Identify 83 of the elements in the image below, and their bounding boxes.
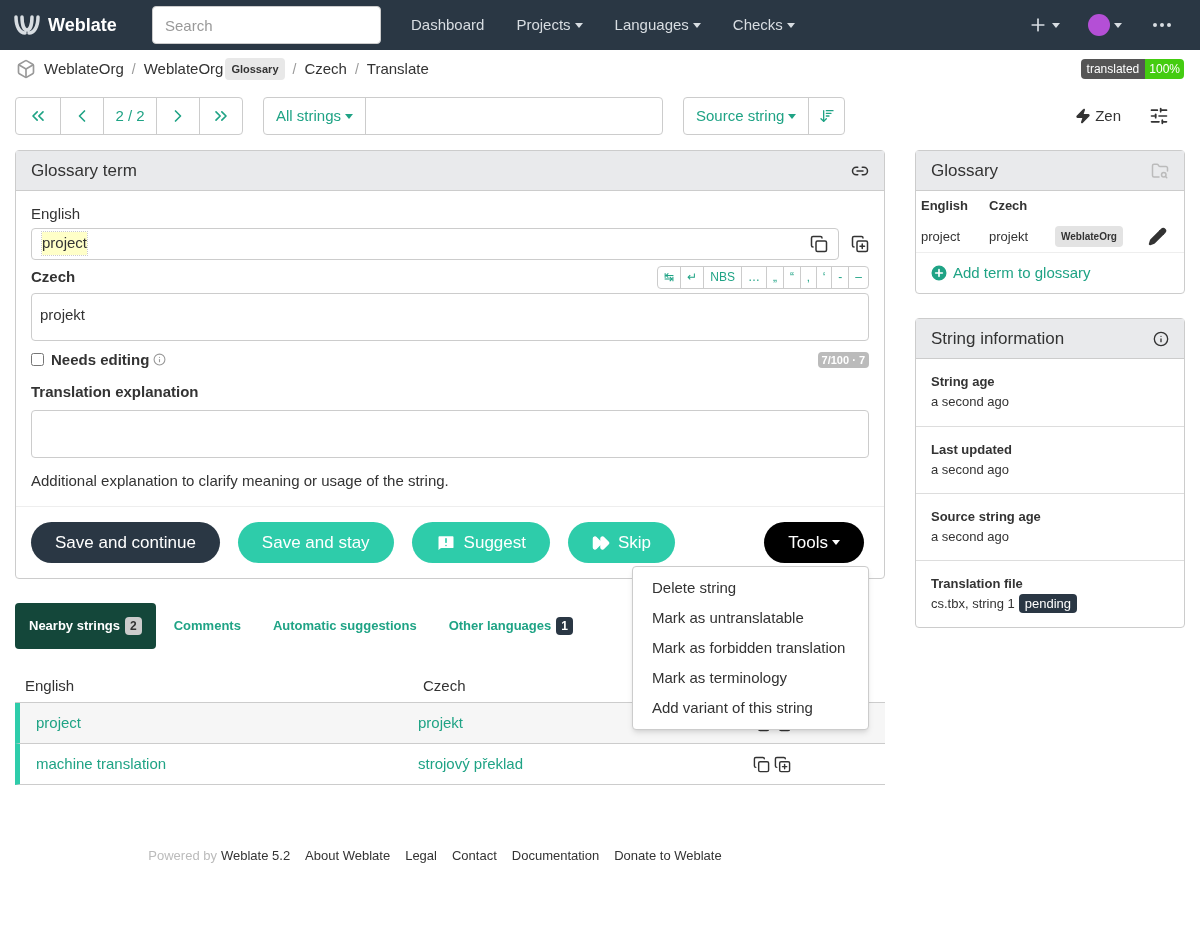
powered-by-label: Powered by xyxy=(148,847,217,865)
info-label: Translation file xyxy=(931,575,1024,593)
column-header: Czech xyxy=(423,676,466,697)
info-value: a second ago xyxy=(931,460,1010,479)
panel-title: Glossary xyxy=(931,159,999,182)
glossary-tag: WeblateOrg xyxy=(1055,226,1123,247)
breadcrumb-link[interactable]: WeblateOrg xyxy=(44,57,124,81)
clone-icon[interactable] xyxy=(774,755,791,773)
nav-link[interactable]: Languages xyxy=(598,13,717,37)
status-value: 100% xyxy=(1145,59,1184,79)
plus-circle-icon xyxy=(929,263,949,283)
copy-icon[interactable] xyxy=(810,234,828,253)
footer-link[interactable]: Weblate 5.2 xyxy=(220,846,291,866)
explanation-help: Additional explanation to clarify meaning or usage of the string. xyxy=(31,470,450,491)
footer-link[interactable]: Documentation xyxy=(511,846,600,866)
target-label: Czech xyxy=(31,266,76,287)
panel-title: String information xyxy=(931,327,1065,350)
info-label: Last updated xyxy=(931,441,1013,459)
column-header: Czech xyxy=(989,197,1028,216)
nav-link[interactable]: Projects xyxy=(500,13,599,37)
breadcrumb-link[interactable]: WeblateOrg xyxy=(143,57,224,81)
needs-editing-checkbox[interactable] xyxy=(31,353,44,367)
skip-icon xyxy=(592,533,610,552)
explanation-label: Translation explanation xyxy=(31,382,200,402)
column-header: English xyxy=(24,676,76,697)
search-field[interactable]: Search xyxy=(152,6,381,44)
user-menu[interactable] xyxy=(1088,14,1122,36)
edit-icon[interactable] xyxy=(1148,227,1167,246)
footer-link[interactable]: Donate to Weblate xyxy=(614,846,722,866)
state-badge: pending xyxy=(1018,593,1078,613)
status-label: translated xyxy=(1080,59,1146,79)
menu-item[interactable]: Delete string xyxy=(633,573,868,603)
breadcrumb-separator: / xyxy=(131,59,136,79)
caret-icon xyxy=(832,540,840,545)
footer-link[interactable]: Legal xyxy=(405,846,437,866)
nav-link[interactable]: Dashboard xyxy=(395,13,501,37)
panel-title: Glossary term xyxy=(31,159,137,182)
breadcrumb-link[interactable]: Czech xyxy=(304,57,347,81)
action-button[interactable]: Save and continue xyxy=(31,522,220,563)
source-label: English xyxy=(31,204,82,224)
tab[interactable]: Other languages 1 xyxy=(434,603,587,649)
info-label: String age xyxy=(931,373,996,391)
count-badge: 2 xyxy=(125,617,142,635)
caret-icon xyxy=(1114,22,1122,28)
settings-icon[interactable] xyxy=(1149,106,1169,126)
sort-icon xyxy=(818,108,835,124)
info-label: Source string age xyxy=(931,508,1042,526)
copy-icon[interactable] xyxy=(753,755,770,773)
tab[interactable]: Nearby strings 2 xyxy=(15,603,156,649)
character-counter: 7/100 · 7 xyxy=(817,351,869,368)
breadcrumb-separator: / xyxy=(292,59,297,79)
menu-item[interactable]: Mark as forbidden translation xyxy=(633,633,868,663)
glossary-source: project xyxy=(921,227,962,246)
info-value: a second ago xyxy=(931,527,1010,546)
caret-icon xyxy=(788,113,797,119)
footer-link[interactable]: Contact xyxy=(451,846,497,866)
zen-button[interactable]: Zen xyxy=(1075,104,1121,128)
source-text: project xyxy=(42,232,88,255)
explanation-field[interactable] xyxy=(31,409,869,458)
needs-editing-label: Needs editing xyxy=(51,349,150,370)
glossary-badge: Glossary xyxy=(225,57,285,81)
footer-link[interactable]: About Weblate xyxy=(305,846,391,866)
count-badge: 1 xyxy=(556,617,573,635)
breadcrumb-link[interactable]: Translate xyxy=(366,57,429,81)
caret-icon xyxy=(1052,22,1060,28)
avatar-icon xyxy=(1088,14,1110,36)
position-indicator: 2 / 2 xyxy=(103,98,156,134)
info-value: cs.tbx, string 1 xyxy=(931,594,1015,613)
project-icon xyxy=(16,59,36,79)
nav-link[interactable]: Checks xyxy=(716,13,811,37)
menu-item[interactable]: Mark as terminology xyxy=(633,663,868,693)
translation-field[interactable]: projekt xyxy=(31,292,869,341)
clone-icon[interactable] xyxy=(851,234,869,253)
info-value: a second ago xyxy=(931,392,1010,411)
tools-button[interactable]: Tools xyxy=(764,522,864,563)
lightning-icon xyxy=(1075,108,1092,124)
column-header: English xyxy=(921,197,969,216)
breadcrumb-separator: / xyxy=(354,59,359,79)
brand-name[interactable]: Weblate xyxy=(48,11,117,39)
glossary-target: projekt xyxy=(989,227,1030,246)
logo-icon xyxy=(14,14,40,36)
info-icon[interactable] xyxy=(1153,330,1169,347)
menu-item[interactable]: Mark as untranslatable xyxy=(633,603,868,633)
